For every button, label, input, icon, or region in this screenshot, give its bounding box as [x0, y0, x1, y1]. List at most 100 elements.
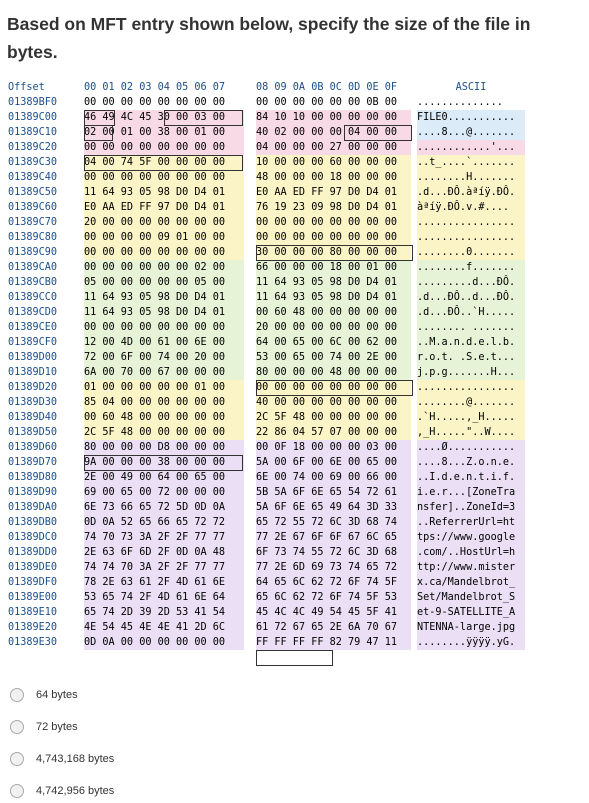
offset-cell: 01389C90 — [8, 247, 58, 258]
offset-cell: 01389DF0 — [8, 577, 58, 588]
bytes-high-cell: E0 AA ED FF 97 D0 D4 01 — [256, 185, 411, 200]
hex-row: 01389CF0 12 00 4D 00 61 00 6E 00 64 00 65 … — [8, 335, 525, 350]
radio-button[interactable] — [10, 720, 24, 734]
bytes-high-cell: 66 00 00 00 18 00 01 00 — [256, 260, 411, 275]
offset-cell: 01389C50 — [8, 187, 58, 198]
ascii-cell: .d...ĐÔ..d...ĐÔ. — [417, 290, 525, 305]
ascii-cell: j.p.g.......H... — [417, 365, 525, 380]
answer-label: 72 bytes — [36, 721, 78, 733]
bytes-low-cell: 53 65 74 2F 4D 61 6E 64 — [84, 590, 244, 605]
offset-cell: 01389E00 — [8, 592, 58, 603]
ascii-cell: ........0....... — [417, 245, 525, 260]
bytes-header-high: 08 09 0A 0B 0C 0D 0E 0F — [256, 82, 398, 93]
offset-cell: 01389CE0 — [8, 322, 58, 333]
answer-option-3[interactable]: 4,743,168 bytes — [10, 750, 114, 768]
bytes-high-cell: 64 00 65 00 6C 00 62 00 — [256, 335, 411, 350]
bytes-low-cell: 05 00 00 00 00 00 05 00 — [84, 275, 244, 290]
bytes-high-cell: 00 60 48 00 00 00 00 00 — [256, 305, 411, 320]
offset-cell: 01389DE0 — [8, 562, 58, 573]
bytes-high-cell: 11 64 93 05 98 D0 D4 01 — [256, 290, 411, 305]
hex-row: 01389D90 69 00 65 00 72 00 00 00 5B 5A 6F … — [8, 485, 525, 500]
bytes-high-cell: 6E 00 74 00 69 00 66 00 — [256, 470, 411, 485]
ascii-cell: FILE0........... — [417, 110, 525, 125]
bytes-high-cell: 45 4C 4C 49 54 45 5F 41 — [256, 605, 411, 620]
bytes-high-cell: 40 02 00 00 00 04 00 00 — [256, 125, 411, 140]
answer-option-1[interactable]: 64 bytes — [10, 686, 78, 704]
bytes-high-cell: 61 72 67 65 2E 6A 70 67 — [256, 620, 411, 635]
ascii-cell: ..t_....`....... — [417, 155, 525, 170]
offset-cell: 01389D40 — [8, 412, 58, 423]
bytes-low-cell: 00 00 00 00 00 00 02 00 — [84, 260, 244, 275]
bytes-header-low: 00 01 02 03 04 05 06 07 — [84, 82, 226, 93]
hex-row: 01389D80 2E 00 49 00 64 00 65 00 6E 00 74 … — [8, 470, 525, 485]
hex-row: 01389C40 00 00 00 00 00 00 00 00 48 00 00 … — [8, 170, 525, 185]
answer-option-2[interactable]: 72 bytes — [10, 718, 78, 736]
ascii-cell: .d...ĐÔ..`H..... — [417, 305, 525, 320]
bytes-high-cell: 65 6C 62 72 6F 74 5F 53 — [256, 590, 411, 605]
bytes-low-cell: 85 04 00 00 00 00 00 00 — [84, 395, 244, 410]
ascii-cell: ttp://www.mister — [417, 560, 525, 575]
bytes-low-cell: 00 00 00 00 00 00 00 00 — [84, 97, 226, 108]
hex-row: 01389CC0 11 64 93 05 98 D0 D4 01 11 64 93 … — [8, 290, 525, 305]
radio-button[interactable] — [10, 752, 24, 766]
bytes-low-cell: 04 00 74 5F 00 00 00 00 — [84, 155, 244, 170]
ascii-cell: i.e.r...[ZoneTra — [417, 485, 525, 500]
ascii-cell: .........d...ĐÔ. — [417, 275, 525, 290]
bytes-high-cell: 00 00 00 00 00 00 00 00 — [256, 380, 411, 395]
offset-cell: 01389DD0 — [8, 547, 58, 558]
offset-cell: 01389D60 — [8, 442, 58, 453]
offset-cell: 01389E20 — [8, 622, 58, 633]
offset-cell: 01389D90 — [8, 487, 58, 498]
hex-row: 01389CA0 00 00 00 00 00 00 02 00 66 00 00 … — [8, 260, 525, 275]
hex-row: 01389BF0 00 00 00 00 00 00 00 00 00 00 00 … — [8, 95, 503, 110]
offset-cell: 01389C40 — [8, 172, 58, 183]
bytes-high-cell: 84 10 10 00 00 00 00 00 — [256, 110, 411, 125]
bytes-low-cell: 72 00 6F 00 74 00 20 00 — [84, 350, 244, 365]
hex-row: 01389CB0 05 00 00 00 00 00 05 00 11 64 93 … — [8, 275, 525, 290]
answer-option-4[interactable]: 4,742,956 bytes — [10, 782, 114, 800]
hex-row: 01389D00 72 00 6F 00 74 00 20 00 53 00 65 … — [8, 350, 525, 365]
hex-row: 01389C10 02 00 01 00 38 00 01 00 40 02 00 … — [8, 125, 525, 140]
bytes-low-cell: 6E 73 66 65 72 5D 0D 0A — [84, 500, 244, 515]
bytes-high-cell: 30 00 00 00 80 00 00 00 — [256, 245, 411, 260]
offset-cell: 01389D10 — [8, 367, 58, 378]
hex-row: 01389CD0 11 64 93 05 98 D0 D4 01 00 60 48 … — [8, 305, 525, 320]
offset-cell: 01389CA0 — [8, 262, 58, 273]
bytes-low-cell: 01 00 00 00 00 00 01 00 — [84, 380, 244, 395]
offset-cell: 01389BF0 — [8, 97, 58, 108]
bytes-high-cell: 77 2E 6D 69 73 74 65 72 — [256, 560, 411, 575]
offset-cell: 01389C00 — [8, 112, 58, 123]
hex-row: 01389C80 00 00 00 00 09 01 00 00 00 00 00 … — [8, 230, 525, 245]
ascii-cell: .............. — [417, 97, 503, 108]
bytes-high-cell: 48 00 00 00 18 00 00 00 — [256, 170, 411, 185]
offset-cell: 01389C60 — [8, 202, 58, 213]
ascii-cell: ................ — [417, 230, 525, 245]
bytes-high-cell: 40 00 00 00 00 00 00 00 — [256, 395, 411, 410]
hex-row: 01389C70 20 00 00 00 00 00 00 00 00 00 00 … — [8, 215, 525, 230]
bytes-low-cell: 12 00 4D 00 61 00 6E 00 — [84, 335, 244, 350]
hex-header: Offset 00 01 02 03 04 05 06 07 08 09 0A … — [8, 80, 486, 95]
radio-button[interactable] — [10, 688, 24, 702]
ascii-cell: Set/Mandelbrot_S — [417, 590, 525, 605]
hex-row: 01389DE0 74 74 70 3A 2F 2F 77 77 77 2E 6D … — [8, 560, 525, 575]
hex-row: 01389C60 E0 AA ED FF 97 D0 D4 01 76 19 23 … — [8, 200, 525, 215]
ascii-cell: .com/..HostUrl=h — [417, 545, 525, 560]
bytes-low-cell: 0D 0A 52 65 66 65 72 72 — [84, 515, 244, 530]
hex-row: 01389D50 2C 5F 48 00 00 00 00 00 22 86 04 … — [8, 425, 525, 440]
hex-row: 01389C50 11 64 93 05 98 D0 D4 01 E0 AA ED … — [8, 185, 525, 200]
ascii-cell: ................ — [417, 215, 525, 230]
ascii-cell: ..M.a.n.d.e.l.b. — [417, 335, 525, 350]
bytes-low-cell: 2E 63 6F 6D 2F 0D 0A 48 — [84, 545, 244, 560]
ascii-cell: ................ — [417, 380, 525, 395]
bytes-high-cell: FF FF FF FF 82 79 47 11 — [256, 635, 411, 650]
bytes-low-cell: 00 00 00 00 09 01 00 00 — [84, 230, 244, 245]
offset-cell: 01389DA0 — [8, 502, 58, 513]
ascii-cell: tps://www.google — [417, 530, 525, 545]
answer-label: 4,743,168 bytes — [36, 753, 115, 765]
radio-button[interactable] — [10, 784, 24, 798]
offset-cell: 01389D20 — [8, 382, 58, 393]
offset-cell: 01389C30 — [8, 157, 58, 168]
ascii-cell: ........ÿÿÿÿ.yG. — [417, 635, 525, 650]
hex-row: 01389DF0 78 2E 63 61 2F 4D 61 6E 64 65 6C … — [8, 575, 525, 590]
hex-row: 01389DA0 6E 73 66 65 72 5D 0D 0A 5A 6F 6E … — [8, 500, 525, 515]
